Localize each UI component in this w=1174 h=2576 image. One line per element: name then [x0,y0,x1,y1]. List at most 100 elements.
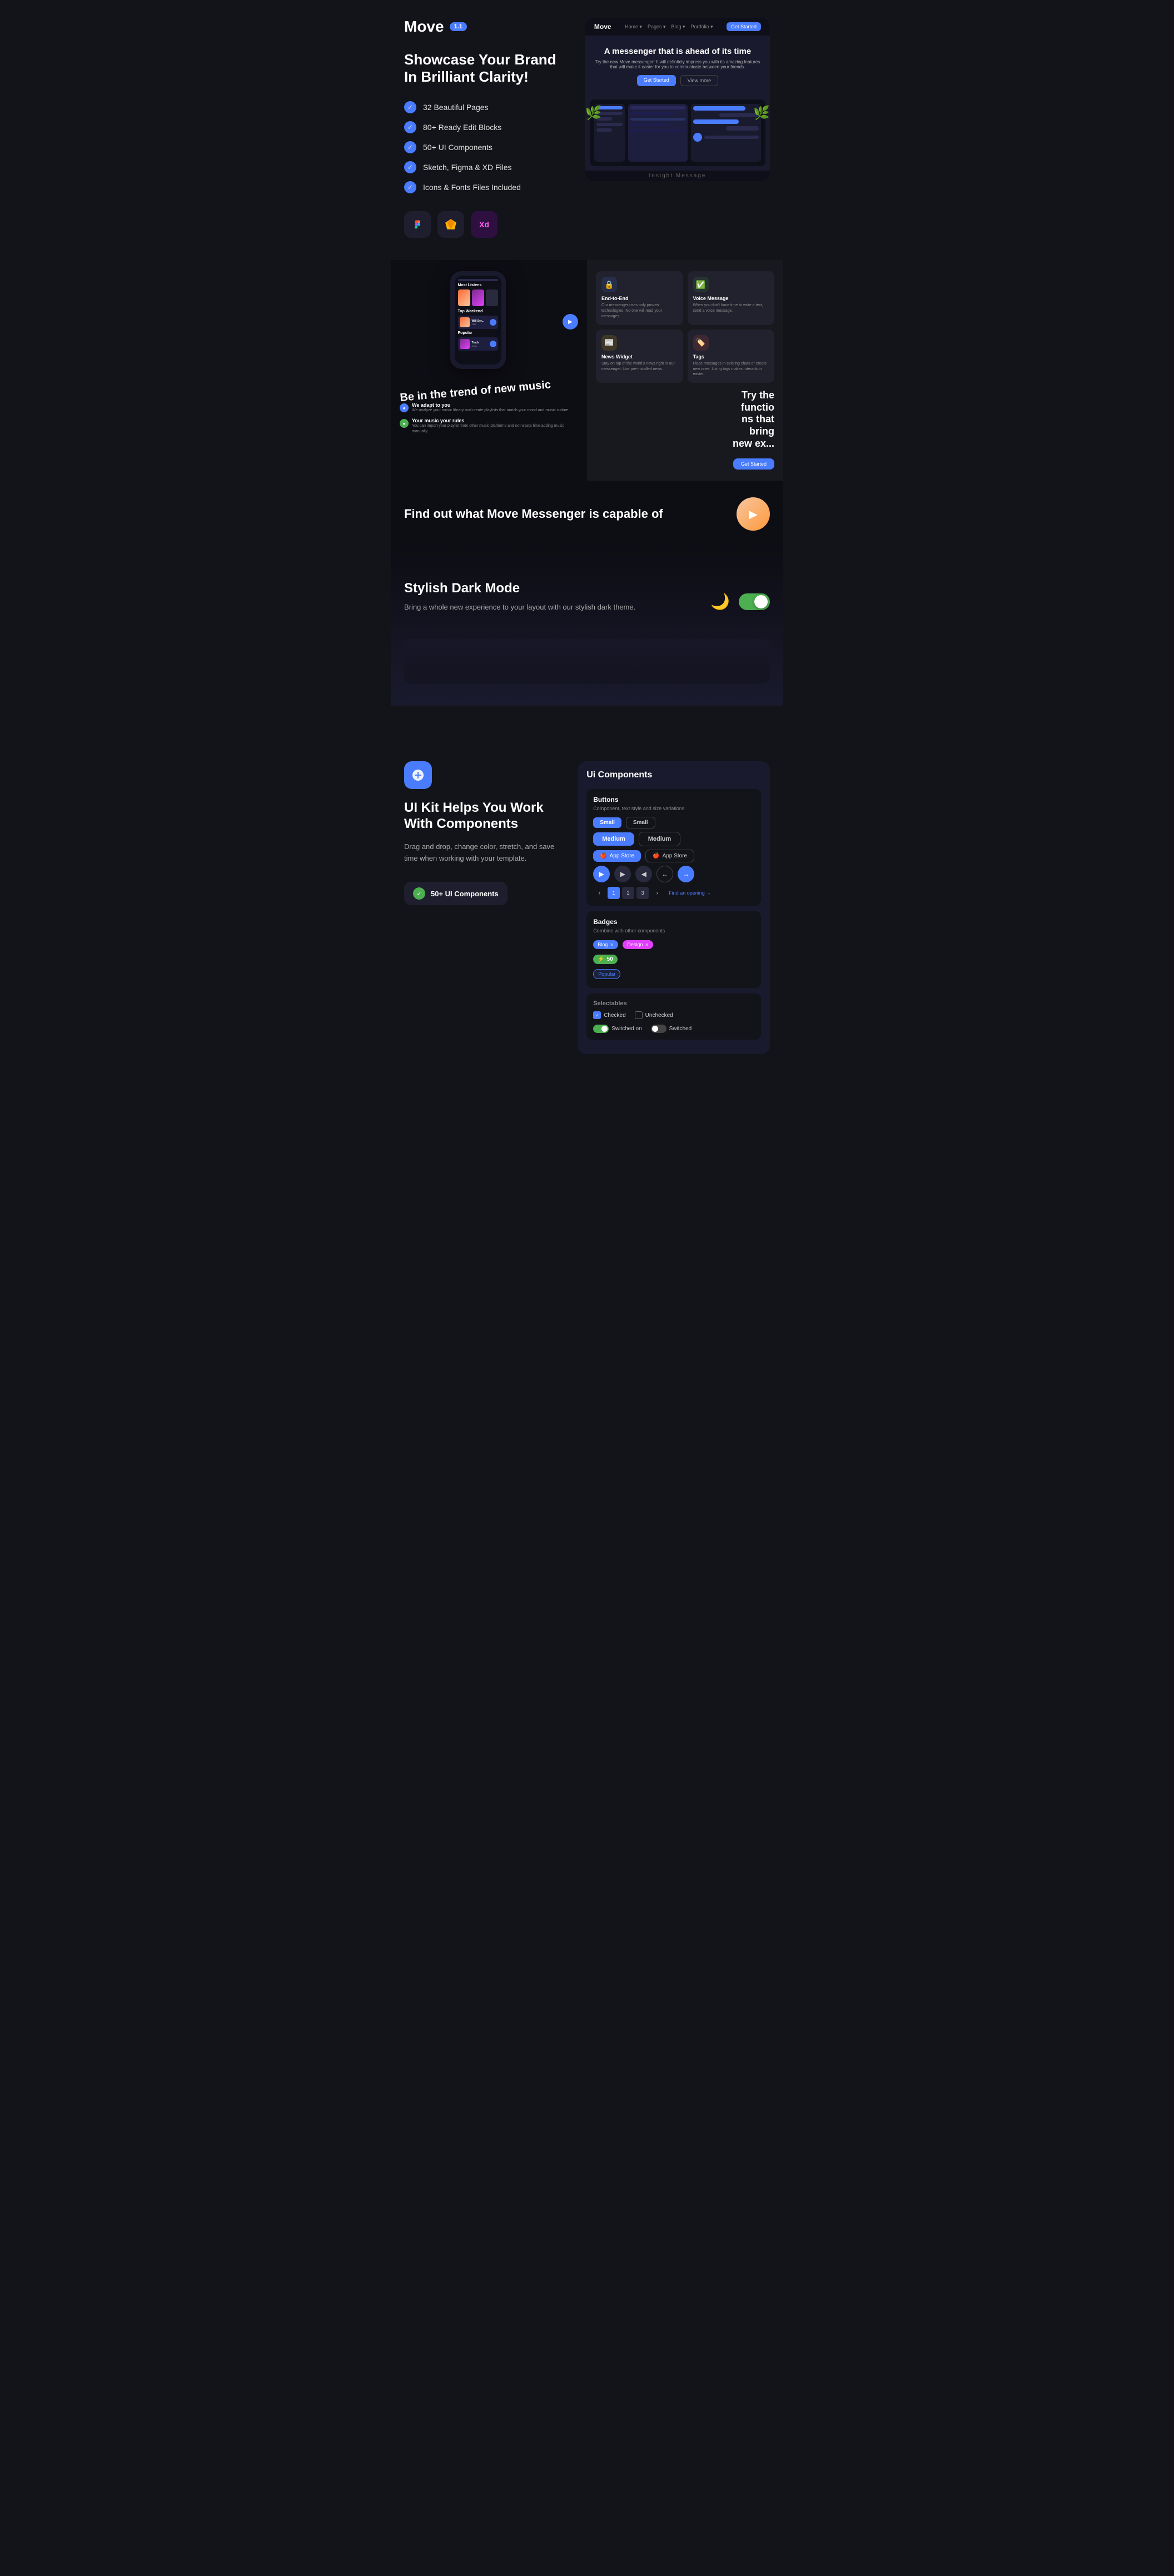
play-icon-button[interactable]: ▶ [593,866,610,882]
play-button[interactable] [490,319,496,326]
counter-icon: ⚡ [598,956,604,962]
backward-icon-button[interactable]: ◀ [635,866,652,882]
find-section: Find out what Move Messenger is capable … [391,481,783,547]
nav-link[interactable]: Home ▾ [625,24,642,30]
dark-mode-desc: Bring a whole new experience to your lay… [404,603,697,611]
toggle-off-item: Switched [651,1025,692,1033]
counter-badge: ⚡ 50 [593,955,618,964]
top-weekend-label: Top Weekend [458,309,498,313]
dark-mode-title: Stylish Dark Mode [404,581,697,596]
close-icon[interactable]: ✕ [610,942,614,947]
pagination-page-3[interactable]: 3 [636,887,649,899]
pagination-page-1[interactable]: 1 [608,887,620,899]
ui-kit-icon [404,761,432,789]
find-opening-link[interactable]: Find an opening → [669,890,711,896]
feature-card-desc: Stay on top of the world's news right in… [601,361,678,372]
track-item: Will Ser... 2MJ [458,316,498,329]
hero-right: Move Home ▾ Pages ▾ Blog ▾ Portfolio ▾ G… [585,18,770,238]
track-info: Track Artist [472,341,479,347]
music-headline: Be in the trend of new music [400,376,579,405]
appstore-outline-label: App Store [663,853,687,859]
features-panel: 🔒 End-to-End Our messenger uses only pro… [587,260,783,481]
ui-kit-desc: Drag and drop, change color, stretch, an… [404,841,564,865]
point-title: We adapt to you [412,402,570,408]
music-panel: Most Listens Top Weekend Will Ser... 2MJ [391,260,587,481]
unchecked-checkbox[interactable] [635,1011,643,1019]
icon-buttons-row: ▶ ▶ ◀ ← → [593,866,754,882]
feature-card-news: 📰 News Widget Stay on top of the world's… [596,330,683,383]
leaf-decoration-right: 🌿 [753,105,770,121]
feature-item: ✓ 80+ Ready Edit Blocks [404,121,572,133]
messenger-subtext: Try the new Move messenger! It will defi… [594,59,761,69]
arrow-left-icon-button[interactable]: ← [656,866,673,882]
dark-mode-toggle[interactable] [739,593,770,610]
check-icon: ✓ [404,181,416,193]
messenger-secondary-button[interactable]: View more [680,75,718,86]
messenger-cta-button[interactable]: Get Started [637,75,676,86]
pagination-next[interactable]: › [651,887,663,899]
apple-icon: 🍎 [600,853,606,859]
ui-kit-inner: UI Kit Helps You Work With Components Dr… [404,761,770,1054]
checked-checkbox[interactable]: ✓ [593,1011,601,1019]
medium-outline-button[interactable]: Medium [639,832,681,846]
small-outline-button[interactable]: Small [626,817,655,828]
pagination-prev[interactable]: ‹ [593,887,605,899]
features-cta-button[interactable]: Get Started [733,458,774,470]
feature-card-end-to-end: 🔒 End-to-End Our messenger uses only pro… [596,271,683,325]
popular-badge-row: Popular [593,969,754,981]
close-icon[interactable]: ✕ [645,942,649,947]
medium-blue-button[interactable]: Medium [593,832,634,846]
feature-card-desc: When you don't have time to write a text… [693,303,769,314]
nav-logo: Move [594,23,611,31]
toggle-on[interactable] [593,1025,609,1033]
messenger-headline: A messenger that is ahead of its time [594,47,761,56]
hero-headline: Showcase Your Brand In Brilliant Clarity… [404,51,572,86]
dark-mode-toggle-row: 🌙 [710,592,770,611]
nav-link[interactable]: Blog ▾ [671,24,685,30]
insight-message-label: Insight Message [585,171,770,181]
tool-icons-row: Xd [404,211,572,238]
toggle-off[interactable] [651,1025,666,1033]
blog-badge-label: Blog [598,942,608,947]
nav-link[interactable]: Portfolio ▾ [691,24,713,30]
appstore-blue-button[interactable]: 🍎 App Store [593,850,641,862]
badge-text: 50+ UI Components [431,890,499,898]
forward-icon-button[interactable]: ▶ [614,866,631,882]
nav-links: Home ▾ Pages ▾ Blog ▾ Portfolio ▾ [625,24,713,30]
small-blue-button[interactable]: Small [593,817,621,828]
messenger-preview-card: Move Home ▾ Pages ▾ Blog ▾ Portfolio ▾ G… [585,18,770,181]
play-button[interactable] [490,341,496,347]
toggle-off-label: Switched [669,1026,692,1032]
checkbox-unchecked-item: Unchecked [635,1011,673,1019]
messenger-buttons: Get Started View more [594,75,761,86]
hero-logo: Move 1.1 [404,18,572,36]
pagination-page-2[interactable]: 2 [622,887,634,899]
music-points: ● We adapt to you We analyze your music … [400,402,578,434]
selectables-component: Selectables ✓ Checked Unchecked [586,994,761,1040]
arrow-right-icon-button[interactable]: → [678,866,694,882]
badges-sublabel: Combine with other components [593,928,754,933]
ui-kit-title: UI Kit Helps You Work With Components [404,800,564,832]
check-icon: ✓ [404,161,416,173]
feature-label: Sketch, Figma & XD Files [423,163,512,172]
feature-card-desc: Place messages in existing chats or crea… [693,361,769,377]
buttons-label: Buttons [593,796,754,803]
feature-card-title: Tags [693,354,769,360]
appstore-outline-button[interactable]: 🍎 App Store [645,850,694,862]
nav-link[interactable]: Pages ▾ [648,24,666,30]
ui-kit-left: UI Kit Helps You Work With Components Dr… [404,761,564,1054]
apple-icon: 🍎 [653,853,659,859]
point-title: Your music your rules [412,418,578,423]
feature-label: Icons & Fonts Files Included [423,183,521,192]
phone-screen: Most Listens Top Weekend Will Ser... 2MJ [455,276,501,365]
nav-cta-button[interactable]: Get Started [727,22,761,31]
phone-mockup: Most Listens Top Weekend Will Ser... 2MJ [450,271,506,369]
dark-mode-section: Stylish Dark Mode Bring a whole new expe… [391,547,783,706]
track-info: Will Ser... 2MJ [472,319,484,326]
leaf-decoration-left: 🌿 [585,105,602,121]
feature-list: ✓ 32 Beautiful Pages ✓ 80+ Ready Edit Bl… [404,101,572,193]
buttons-component: Buttons Component, text style and size v… [586,789,761,906]
feature-card-desc: Our messenger uses only proven technolog… [601,303,678,319]
feature-item: ✓ 32 Beautiful Pages [404,101,572,113]
version-badge: 1.1 [450,22,467,31]
